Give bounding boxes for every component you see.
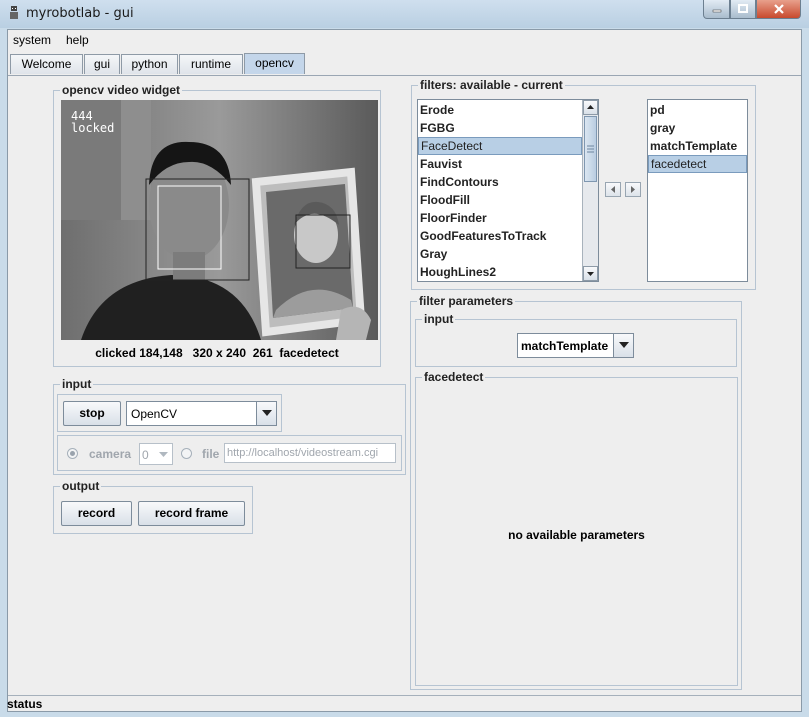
filter-input-legend: input — [422, 312, 456, 326]
tab-opencv[interactable]: opencv — [244, 53, 305, 74]
menu-help[interactable]: help — [66, 33, 89, 47]
maximize-button[interactable] — [730, 0, 756, 19]
minimize-button[interactable] — [703, 0, 730, 19]
window-title: myrobotlab - gui — [26, 6, 134, 21]
grip-icon — [587, 145, 594, 153]
filter-input-select-value: matchTemplate — [521, 339, 609, 353]
remove-filter-button[interactable] — [605, 182, 621, 197]
available-filter-item[interactable]: GoodFeaturesToTrack — [418, 227, 582, 245]
grabber-select-value: OpenCV — [131, 407, 178, 421]
available-filters-list[interactable]: Erode FGBG FaceDetect Fauvist FindContou… — [417, 99, 599, 282]
camera-index-select[interactable]: 0 — [139, 443, 173, 465]
maximize-icon — [738, 4, 748, 13]
client-area: system help Welcome gui python runtime o… — [7, 29, 802, 712]
video-info-label: clicked 184,148 320 x 240 261 facedetect — [95, 346, 339, 360]
available-filters-items: Erode FGBG FaceDetect Fauvist FindContou… — [418, 101, 582, 281]
title-bar[interactable]: myrobotlab - gui — [0, 0, 809, 28]
video-image: 444 locked — [61, 100, 378, 340]
available-filter-item[interactable]: FGBG — [418, 119, 582, 137]
available-filters-scrollbar[interactable] — [582, 100, 598, 281]
file-url-value: http://localhost/videostream.cgi — [227, 447, 379, 459]
record-button[interactable]: record — [61, 501, 132, 526]
chevron-down-icon[interactable] — [256, 402, 276, 425]
scroll-up-button[interactable] — [583, 100, 598, 115]
stop-button[interactable]: stop — [63, 401, 121, 426]
available-filter-item[interactable]: FloodFill — [418, 191, 582, 209]
camera-label: camera — [89, 447, 132, 461]
camera-index-value: 0 — [142, 448, 149, 462]
tab-welcome[interactable]: Welcome — [10, 54, 83, 74]
close-icon — [773, 4, 784, 14]
arrow-left-icon — [611, 186, 615, 193]
current-filters-list[interactable]: pd gray matchTemplate facedetect — [647, 99, 748, 282]
video-widget-legend: opencv video widget — [60, 83, 183, 97]
tab-python[interactable]: python — [121, 54, 178, 74]
file-radio[interactable] — [181, 448, 192, 459]
status-text: status — [7, 697, 43, 711]
current-filter-item[interactable]: pd — [648, 101, 747, 119]
robot-icon — [10, 6, 18, 19]
available-filter-item-selected[interactable]: FaceDetect — [418, 137, 582, 155]
chevron-down-icon-glyph — [159, 452, 168, 457]
tab-runtime[interactable]: runtime — [179, 54, 243, 74]
overlay-status: locked — [71, 121, 114, 135]
file-label: file — [202, 447, 220, 461]
available-filter-item[interactable]: HoughLines2 — [418, 263, 582, 281]
current-filter-item-selected[interactable]: facedetect — [648, 155, 747, 173]
chevron-down-icon[interactable] — [613, 334, 633, 357]
available-filter-item[interactable]: Gray — [418, 245, 582, 263]
filters-legend: filters: available - current — [418, 78, 565, 92]
menu-system[interactable]: system — [13, 33, 51, 47]
available-filter-item[interactable]: FindContours — [418, 173, 582, 191]
grabber-select[interactable]: OpenCV — [126, 401, 277, 426]
radio-dot-icon — [70, 451, 75, 456]
status-bar: status — [7, 695, 801, 713]
tab-strip: Welcome gui python runtime opencv — [8, 53, 801, 76]
app-window: myrobotlab - gui system help Welcome gui… — [0, 0, 809, 717]
menu-bar: system help — [8, 30, 801, 50]
facedetect-legend: facedetect — [422, 370, 486, 384]
camera-radio[interactable] — [67, 448, 78, 459]
scroll-down-button[interactable] — [583, 266, 598, 281]
arrow-up-icon — [587, 105, 594, 109]
close-button[interactable] — [756, 0, 801, 19]
current-filter-item[interactable]: matchTemplate — [648, 137, 747, 155]
chevron-down-icon[interactable] — [155, 444, 172, 464]
no-parameters-message: no available parameters — [508, 528, 645, 542]
video-frame[interactable]: 444 locked — [61, 100, 378, 340]
scroll-thumb[interactable] — [584, 116, 597, 182]
filter-parameters-legend: filter parameters — [417, 294, 516, 308]
add-filter-button[interactable] — [625, 182, 641, 197]
current-filters-items: pd gray matchTemplate facedetect — [648, 101, 747, 173]
available-filter-item[interactable]: FloorFinder — [418, 209, 582, 227]
available-filter-item[interactable]: Fauvist — [418, 155, 582, 173]
available-filter-item[interactable]: Erode — [418, 101, 582, 119]
record-frame-button[interactable]: record frame — [138, 501, 245, 526]
arrow-down-icon — [587, 272, 594, 276]
minimize-icon — [712, 9, 721, 13]
output-legend: output — [60, 479, 102, 493]
current-filter-item[interactable]: gray — [648, 119, 747, 137]
tab-gui[interactable]: gui — [84, 54, 120, 74]
input-legend: input — [60, 377, 94, 391]
filter-input-select[interactable]: matchTemplate — [517, 333, 634, 358]
file-url-input[interactable]: http://localhost/videostream.cgi — [224, 443, 396, 463]
arrow-right-icon — [631, 186, 635, 193]
